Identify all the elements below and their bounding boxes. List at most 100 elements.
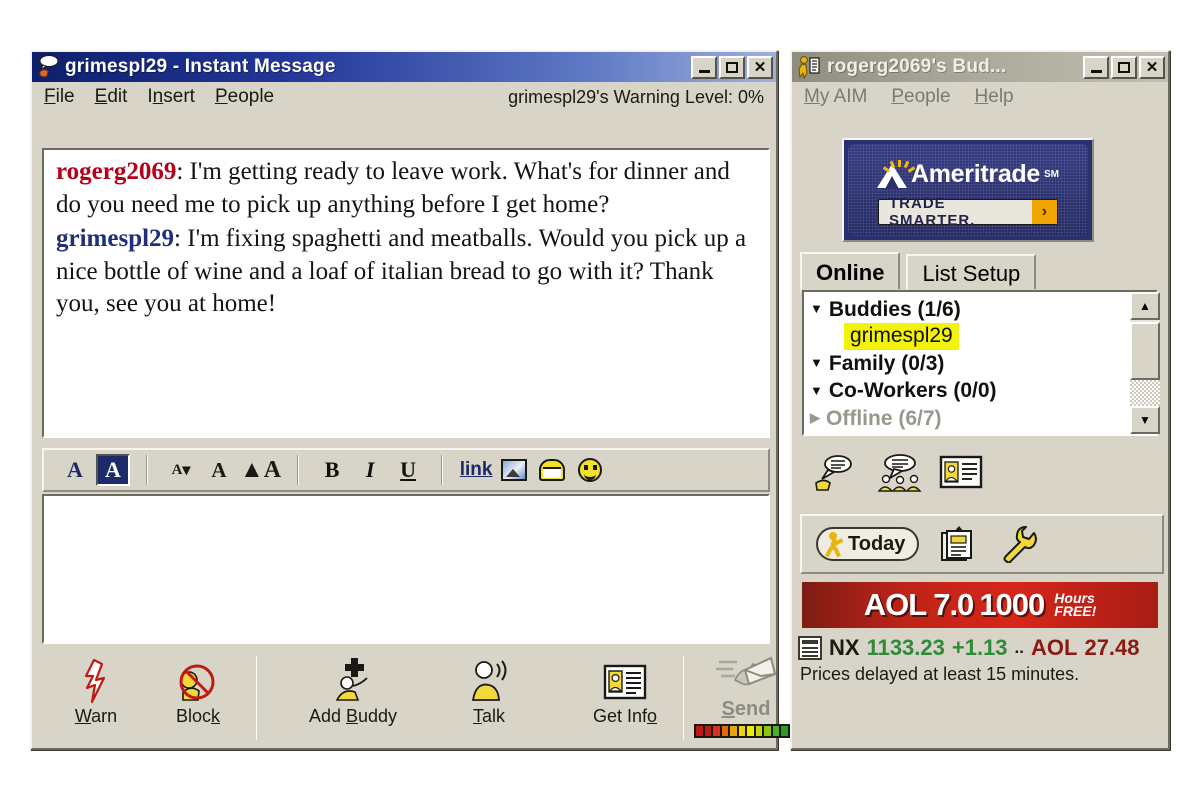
group-buddies[interactable]: ▼ Buddies (1/6) — [810, 296, 1156, 323]
scrollbar-track[interactable] — [1130, 380, 1160, 406]
ticker-disclaimer: Prices delayed at least 15 minutes. — [800, 664, 1080, 684]
add-person-icon — [331, 656, 375, 704]
send-button[interactable]: Send — [686, 652, 806, 744]
aol-offer-number: 1000 — [979, 587, 1045, 622]
get-info-button[interactable]: Get Info — [583, 656, 667, 727]
insert-image-button[interactable] — [497, 454, 531, 486]
font-size-large-button[interactable]: ▲A — [240, 454, 281, 486]
chevron-right-icon: ▶ — [810, 409, 820, 425]
notes-button[interactable] — [939, 525, 979, 563]
today-button[interactable]: Today — [816, 527, 920, 561]
lightning-icon — [78, 656, 114, 704]
scroll-up-button[interactable]: ▲ — [1130, 292, 1160, 320]
block-icon — [177, 656, 219, 704]
ameritrade-ad-banner[interactable]: Ameritrade SM TRADE SMARTER. › — [842, 138, 1094, 242]
maximize-button[interactable] — [719, 55, 745, 79]
message-screenname[interactable]: rogerg2069 — [56, 158, 176, 185]
buddy-list-bottom-toolbar: Today — [800, 514, 1164, 574]
wrench-icon — [1003, 526, 1038, 564]
send-button-label: Send — [721, 698, 771, 720]
tab-list-setup[interactable]: List Setup — [906, 254, 1037, 292]
buddy-list-scrollbar[interactable]: ▲ ▼ — [1130, 292, 1160, 434]
insert-mail-button[interactable] — [535, 454, 569, 486]
menu-help[interactable]: Help — [975, 86, 1014, 108]
buddy-actions-group: Add Buddy Talk Get Info — [259, 652, 681, 744]
group-buddies-label: Buddies (1/6) — [828, 298, 961, 321]
buddy-row[interactable]: grimespl29 — [810, 323, 1156, 351]
talk-button[interactable]: Talk — [447, 656, 531, 727]
im-titlebar[interactable]: grimespl29 - Instant Message ✕ — [32, 52, 776, 82]
message-compose-input[interactable] — [41, 493, 771, 645]
scrollbar-thumb[interactable] — [1130, 322, 1160, 380]
message-transcript[interactable]: rogerg2069: I'm getting ready to leave w… — [41, 147, 771, 439]
aol-offer-line2: FREE! — [1054, 603, 1097, 619]
bold-button[interactable]: B — [315, 454, 349, 486]
im-window-title: grimespl29 - Instant Message — [65, 56, 336, 77]
running-man-icon — [824, 532, 844, 558]
menu-my-aim[interactable]: My AIM — [804, 86, 867, 108]
background-color-button[interactable]: A — [96, 454, 130, 486]
style-group: B I U — [305, 453, 435, 487]
preferences-button[interactable] — [999, 525, 1038, 564]
trade-smarter-button[interactable]: TRADE SMARTER. › — [878, 195, 1058, 229]
group-chat-icon — [877, 454, 922, 492]
tab-online[interactable]: Online — [800, 252, 901, 292]
warn-button-label: Warn — [74, 706, 118, 726]
group-offline-label: Offline (6/7) — [826, 406, 942, 430]
scroll-down-button[interactable]: ▼ — [1130, 406, 1160, 434]
buddy-grimespl29[interactable]: grimespl29 — [844, 323, 959, 351]
info-card-icon — [939, 455, 983, 489]
font-size-group: A ▾ A ▲A — [154, 453, 291, 487]
aol-promo-banner[interactable]: AOL 7.0 1000 Hours FREE! — [802, 582, 1158, 628]
send-envelope-icon — [715, 654, 777, 698]
talking-person-icon — [467, 656, 511, 704]
warning-level-label: grimespl29's Warning Level: 0% — [508, 86, 764, 107]
get-info-button[interactable] — [938, 453, 983, 493]
ticker-change: +1.13 — [951, 635, 1008, 660]
insert-smiley-button[interactable] — [573, 454, 607, 486]
block-button[interactable]: Block — [156, 656, 240, 727]
warn-button[interactable]: Warn — [54, 656, 138, 727]
menu-edit[interactable]: Edit — [95, 86, 128, 108]
italic-button[interactable]: I — [353, 454, 387, 486]
text-color-button[interactable]: A — [58, 454, 92, 486]
chat-button[interactable] — [876, 453, 922, 493]
maximize-button[interactable] — [1111, 55, 1137, 79]
menu-people[interactable]: People — [215, 86, 274, 108]
group-family[interactable]: ▼ Family (0/3) — [810, 350, 1156, 377]
news-ticker-icon — [798, 636, 822, 660]
menu-file[interactable]: File — [44, 86, 75, 108]
ticker-second-symbol: AOL — [1031, 635, 1078, 660]
minimize-button[interactable] — [1083, 55, 1109, 79]
group-co-workers-label: Co-Workers (0/0) — [828, 379, 997, 403]
trade-smarter-label: TRADE SMARTER. — [889, 195, 976, 229]
buddy-list-window: rogerg2069's Bud... ✕ My AIM People Help — [790, 50, 1170, 750]
aol-offer-text: Hours FREE! — [1054, 591, 1097, 619]
close-button[interactable]: ✕ — [747, 55, 773, 79]
underline-button[interactable]: U — [391, 454, 425, 486]
add-buddy-button[interactable]: Add Buddy — [308, 656, 398, 727]
menu-people[interactable]: People — [891, 86, 950, 108]
buddy-list-tree[interactable]: ▼ Buddies (1/6) grimespl29 ▼ Family (0/3… — [801, 289, 1159, 437]
smiley-icon — [578, 458, 603, 482]
font-size-small-button[interactable]: A ▾ — [164, 454, 198, 486]
group-offline[interactable]: ▶ Offline (6/7) — [810, 405, 1156, 432]
ameritrade-mark-icon — [877, 159, 916, 189]
toolbar-divider — [146, 455, 148, 485]
close-button[interactable]: ✕ — [1139, 55, 1165, 79]
send-im-button[interactable] — [814, 453, 858, 493]
font-size-medium-button[interactable]: A — [202, 454, 236, 486]
minimize-button[interactable] — [691, 55, 717, 79]
instant-message-window: grimespl29 - Instant Message ✕ File Edit… — [30, 50, 798, 750]
message-screenname[interactable]: grimespl29 — [56, 225, 174, 252]
buddy-list-titlebar[interactable]: rogerg2069's Bud... ✕ — [792, 52, 1168, 82]
hyperlink-button[interactable]: link — [459, 454, 493, 486]
add-buddy-button-label: Add Buddy — [308, 706, 398, 726]
stock-ticker[interactable]: NX 1133.23 +1.13 .. AOL 27.48 — [798, 632, 1162, 664]
group-co-workers[interactable]: ▼ Co-Workers (0/0) — [810, 377, 1156, 404]
chevron-down-icon: ▼ — [810, 382, 823, 398]
toolbar-divider — [256, 656, 257, 740]
im-action-toolbar: Warn Block Add Buddy Talk Get Info Send — [40, 652, 798, 744]
menu-insert[interactable]: Insert — [147, 86, 195, 108]
ameritrade-brand-text: Ameritrade — [911, 160, 1040, 188]
